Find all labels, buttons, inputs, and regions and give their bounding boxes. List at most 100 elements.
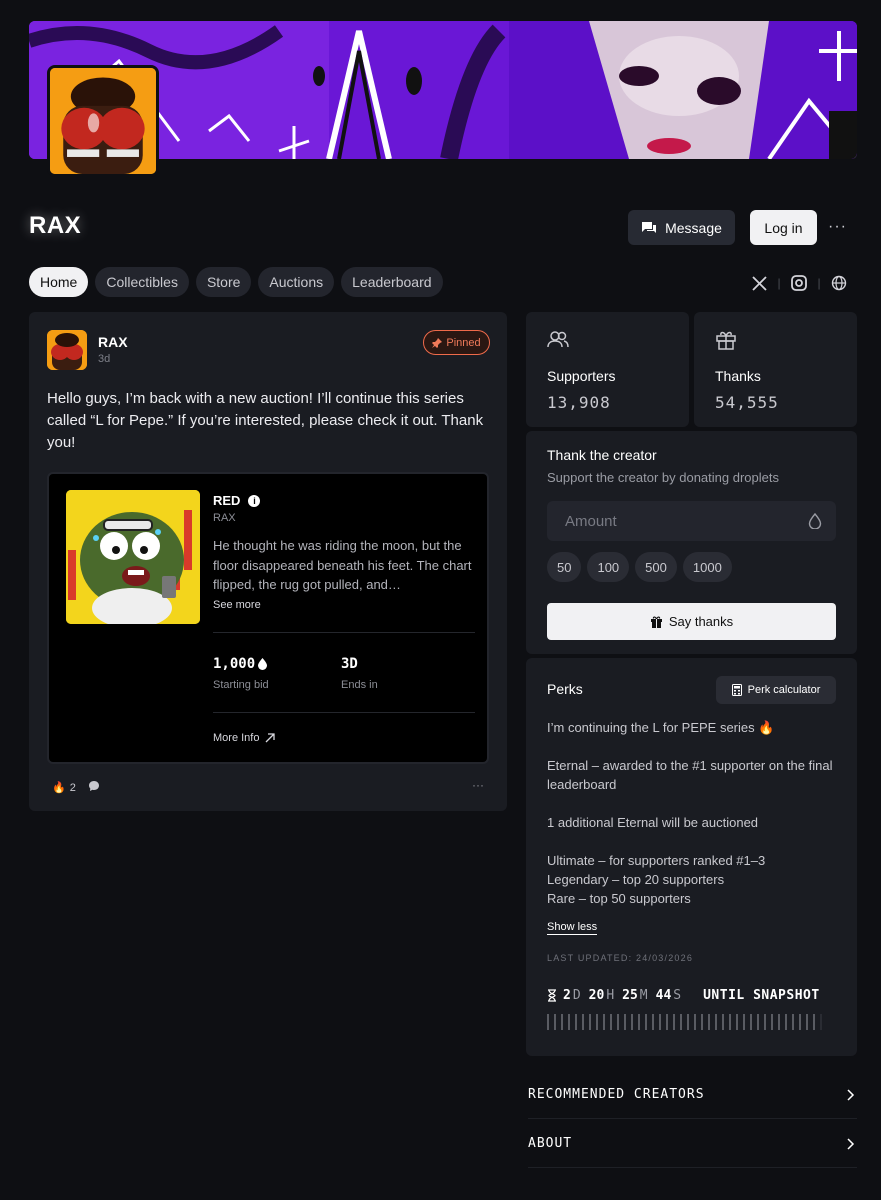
countdown-hours: 20 <box>588 988 605 1003</box>
pin-icon <box>432 337 443 348</box>
ends-in-value: 3D <box>341 656 358 672</box>
thank-title: Thank the creator <box>547 447 657 463</box>
perk-line: Ultimate – for supporters ranked #1–3 <box>547 853 766 868</box>
nft-artist[interactable]: RAX <box>213 512 236 524</box>
snapshot-countdown: 2 D 20 H 25 M 44 S UNTIL SNAPSHOT <box>547 988 820 1003</box>
nft-image[interactable] <box>66 490 200 624</box>
post-author-name[interactable]: RAX <box>98 334 128 350</box>
hourglass-icon <box>548 989 556 1002</box>
more-info-link[interactable]: More Info <box>213 732 276 744</box>
droplet-icon <box>258 658 268 670</box>
comment-icon[interactable] <box>88 780 100 795</box>
gift-icon <box>716 331 736 350</box>
thanks-card: Thanks 54,555 <box>694 312 857 427</box>
post-timestamp: 3d <box>98 353 111 365</box>
nft-title-text: RED <box>213 493 241 508</box>
perk-line: Eternal – awarded to the #1 supporter on… <box>547 758 833 792</box>
perk-calculator-button[interactable]: Perk calculator <box>716 676 836 704</box>
thank-subtitle: Support the creator by donating droplets <box>547 470 779 485</box>
thanks-value: 54,555 <box>715 393 779 412</box>
perk-line: Rare – top 50 supporters <box>547 891 691 906</box>
countdown-minutes-unit: M <box>639 988 648 1003</box>
preset-500[interactable]: 500 <box>635 552 677 582</box>
amount-input[interactable] <box>547 501 836 541</box>
perk-line: Legendary – top 20 supporters <box>547 872 725 887</box>
about-label: ABOUT <box>528 1136 573 1151</box>
pinned-label: Pinned <box>446 336 481 349</box>
countdown-hours-unit: H <box>606 988 615 1003</box>
divider <box>213 632 475 633</box>
profile-tabs: Home Collectibles Store Auctions Leaderb… <box>29 267 443 297</box>
countdown-seconds-unit: S <box>673 988 682 1003</box>
ends-in-label: Ends in <box>341 679 378 691</box>
profile-avatar <box>47 65 159 177</box>
amount-presets: 50 100 500 1000 <box>547 552 732 582</box>
countdown-until: UNTIL SNAPSHOT <box>703 988 820 1003</box>
thanks-label: Thanks <box>715 368 761 384</box>
message-label: Message <box>665 219 722 236</box>
social-links: | | <box>750 274 848 292</box>
info-icon[interactable]: i <box>248 494 261 507</box>
perks-card: Perks Perk calculator I’m continuing the… <box>526 658 857 1056</box>
tab-collectibles[interactable]: Collectibles <box>95 267 189 297</box>
calculator-icon <box>731 684 742 696</box>
starting-bid-label: Starting bid <box>213 679 269 691</box>
recommended-creators-section[interactable]: RECOMMENDED CREATORS <box>528 1071 857 1119</box>
say-thanks-button[interactable]: Say thanks <box>547 603 836 640</box>
arrow-up-right-icon <box>266 733 276 743</box>
tab-auctions[interactable]: Auctions <box>258 267 335 297</box>
post-reactions: 🔥 2 <box>52 780 100 795</box>
bid-amount: 1,000 <box>213 656 256 672</box>
nft-title[interactable]: RED i <box>213 493 261 508</box>
post-body: Hello guys, I’m back with a new auction!… <box>47 390 484 451</box>
about-section[interactable]: ABOUT <box>528 1120 857 1168</box>
pinned-post: RAX 3d Pinned Hello guys, I’m back with … <box>29 312 507 811</box>
gift-icon <box>650 616 662 628</box>
perks-title: Perks <box>547 681 583 697</box>
see-more-link[interactable]: See more <box>213 599 261 611</box>
chevron-right-icon <box>847 1088 855 1101</box>
show-less-link[interactable]: Show less <box>547 921 598 935</box>
globe-icon[interactable] <box>830 274 848 292</box>
say-thanks-label: Say thanks <box>668 614 734 629</box>
instagram-icon[interactable] <box>790 274 808 292</box>
login-button[interactable]: Log in <box>750 210 817 245</box>
users-icon <box>547 331 569 348</box>
thank-creator-card: Thank the creator Support the creator by… <box>526 431 857 654</box>
perk-line: 1 additional Eternal will be auctioned <box>547 815 759 830</box>
more-options-icon[interactable]: ··· <box>828 218 847 236</box>
message-icon <box>642 221 657 233</box>
post-author-avatar[interactable] <box>47 330 87 370</box>
tab-home[interactable]: Home <box>29 267 89 297</box>
fire-count: 2 <box>69 781 76 794</box>
preset-50[interactable]: 50 <box>547 552 582 582</box>
supporters-value: 13,908 <box>547 393 611 412</box>
fire-icon: 🔥 <box>52 782 66 794</box>
nft-description: He thought he was riding the moon, but t… <box>213 538 472 592</box>
starting-bid-value: 1,000 <box>213 656 268 672</box>
preset-1000[interactable]: 1000 <box>682 552 732 582</box>
countdown-seconds: 44 <box>655 988 672 1003</box>
countdown-days-unit: D <box>572 988 581 1003</box>
post-more-icon[interactable]: ··· <box>472 778 484 792</box>
auction-card[interactable]: RED i RAX He thought he was riding the m… <box>47 472 489 764</box>
x-icon[interactable] <box>750 274 768 292</box>
supporters-label: Supporters <box>547 368 616 384</box>
countdown-minutes: 25 <box>622 988 638 1003</box>
message-button[interactable]: Message <box>628 210 735 245</box>
social-divider: | <box>817 276 821 290</box>
more-info-label: More Info <box>213 732 260 744</box>
supporters-card: Supporters 13,908 <box>526 312 689 427</box>
tab-store[interactable]: Store <box>195 267 252 297</box>
pinned-badge: Pinned <box>423 330 490 355</box>
perk-line: I’m continuing the L for PEPE series 🔥 <box>547 720 775 735</box>
tab-leaderboard[interactable]: Leaderboard <box>341 267 443 297</box>
profile-name: RAX <box>29 212 82 239</box>
chevron-right-icon <box>847 1137 855 1150</box>
social-divider: | <box>777 276 781 290</box>
fire-reaction[interactable]: 🔥 2 <box>52 781 76 795</box>
countdown-days: 2 <box>563 988 571 1003</box>
perks-description: I’m continuing the L for PEPE series 🔥 E… <box>547 718 837 908</box>
preset-100[interactable]: 100 <box>587 552 630 582</box>
last-updated: LAST UPDATED: 24/03/2026 <box>547 953 694 963</box>
